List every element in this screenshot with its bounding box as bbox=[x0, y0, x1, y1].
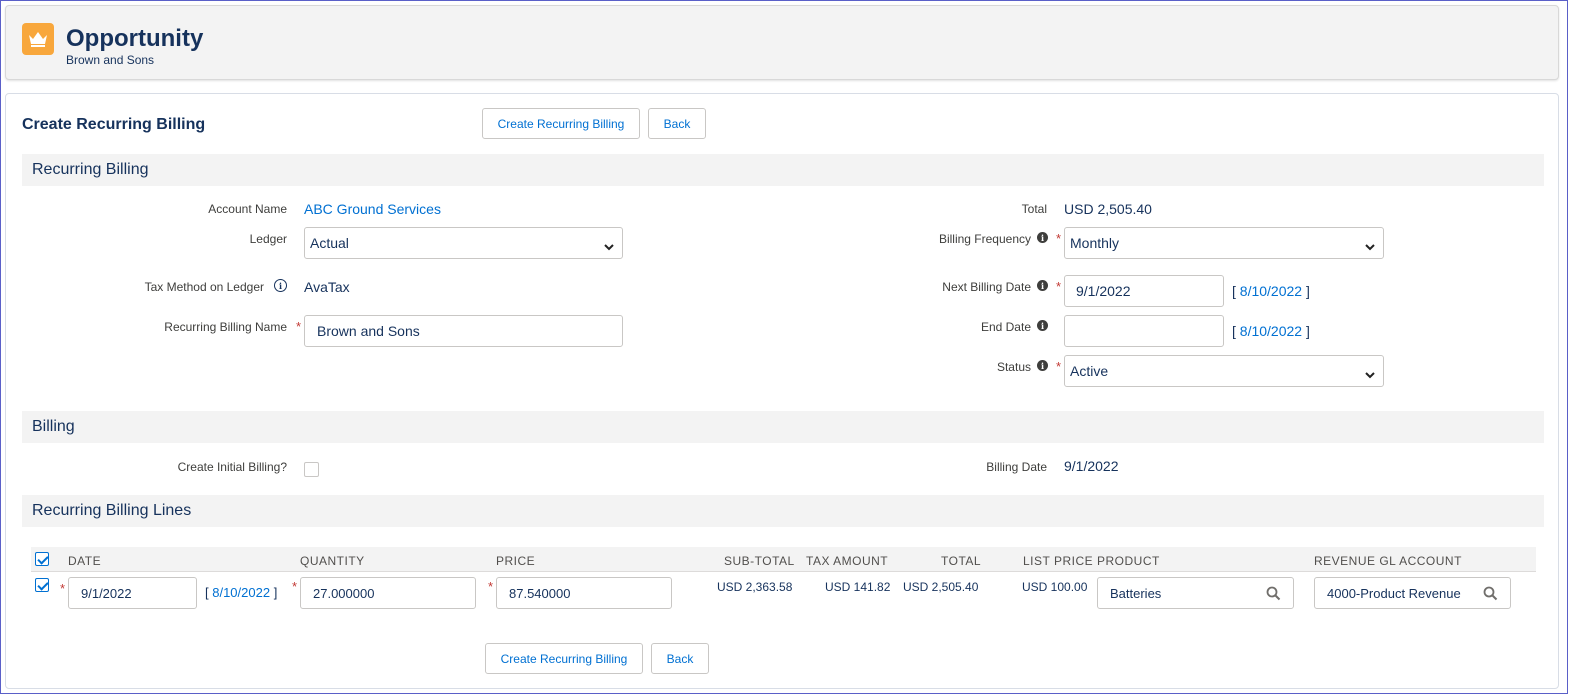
column-header-list-price: LIST PRICE bbox=[1023, 554, 1094, 568]
crown-icon bbox=[22, 23, 54, 55]
revenue-gl-account-lookup[interactable]: 4000-Product Revenue bbox=[1314, 577, 1511, 609]
total-label: Total bbox=[1021, 202, 1047, 216]
column-header-price: PRICE bbox=[496, 554, 536, 568]
end-date-label: End Date bbox=[980, 320, 1031, 334]
required-marker: * bbox=[60, 581, 66, 596]
required-marker: * bbox=[488, 579, 494, 594]
total-value: USD 2,505.40 bbox=[1064, 201, 1152, 217]
today-link-wrapper: [ 8/10/2022 ] bbox=[1232, 283, 1310, 299]
section-title: Recurring Billing Lines bbox=[32, 502, 192, 519]
create-recurring-billing-button[interactable]: Create Recurring Billing bbox=[482, 108, 640, 139]
required-marker: * bbox=[1056, 279, 1062, 294]
quantity-input[interactable]: 27.000000 bbox=[300, 577, 476, 609]
column-header-product: PRODUCT bbox=[1097, 554, 1160, 568]
gl-account-value: 4000-Product Revenue bbox=[1327, 585, 1461, 601]
today-date-link[interactable]: 8/10/2022 bbox=[1240, 323, 1302, 339]
required-marker: * bbox=[1056, 231, 1062, 246]
status-value: Active bbox=[1070, 363, 1109, 379]
end-date-input[interactable] bbox=[1064, 315, 1224, 347]
info-icon[interactable]: i bbox=[1037, 280, 1048, 291]
status-select[interactable]: Active bbox=[1064, 355, 1384, 387]
column-header-date: DATE bbox=[68, 554, 102, 568]
tax-amount-value: USD 141.82 bbox=[825, 580, 891, 594]
column-header-total: TOTAL bbox=[941, 554, 982, 568]
record-name: Brown and Sons bbox=[66, 53, 155, 67]
info-icon[interactable]: i bbox=[1037, 320, 1048, 331]
search-icon[interactable] bbox=[1483, 586, 1498, 604]
chevron-down-icon bbox=[604, 238, 614, 254]
column-header-revenue-gl-account: REVENUE GL ACCOUNT bbox=[1314, 554, 1462, 568]
status-label: Status bbox=[996, 360, 1031, 374]
billing-frequency-value: Monthly bbox=[1070, 235, 1120, 251]
billing-frequency-label: Billing Frequency bbox=[938, 232, 1031, 246]
required-marker: * bbox=[1056, 359, 1062, 374]
ledger-value: Actual bbox=[310, 235, 349, 251]
price-input[interactable]: 87.540000 bbox=[496, 577, 672, 609]
section-recurring-billing: Recurring Billing bbox=[22, 154, 1544, 186]
today-link-wrapper: [ 8/10/2022 ] bbox=[1232, 323, 1310, 339]
account-name-label: Account Name bbox=[208, 202, 287, 216]
list-price-value: USD 100.00 bbox=[1022, 580, 1088, 594]
back-button[interactable]: Back bbox=[648, 108, 706, 139]
required-marker: * bbox=[292, 579, 298, 594]
billing-date-label: Billing Date bbox=[986, 460, 1047, 474]
next-billing-date-input[interactable]: 9/1/2022 bbox=[1064, 275, 1224, 307]
page-title: Opportunity bbox=[66, 25, 204, 52]
create-recurring-billing-button-bottom[interactable]: Create Recurring Billing bbox=[485, 643, 643, 674]
create-initial-billing-label: Create Initial Billing? bbox=[177, 460, 287, 474]
tax-method-label: Tax Method on Ledger bbox=[144, 280, 264, 294]
line-date-input[interactable]: 9/1/2022 bbox=[68, 577, 197, 609]
next-billing-date-label: Next Billing Date bbox=[942, 280, 1031, 294]
chevron-down-icon bbox=[1365, 366, 1375, 382]
info-icon[interactable]: i bbox=[274, 279, 287, 292]
today-date-link[interactable]: 8/10/2022 bbox=[1240, 283, 1302, 299]
back-button-bottom[interactable]: Back bbox=[651, 643, 709, 674]
recurring-billing-name-input[interactable]: Brown and Sons bbox=[304, 315, 623, 347]
chevron-down-icon bbox=[1365, 238, 1375, 254]
billing-date-value: 9/1/2022 bbox=[1064, 458, 1119, 474]
today-link-wrapper: [ 8/10/2022 ] bbox=[205, 585, 278, 600]
select-all-checkbox[interactable] bbox=[35, 552, 49, 566]
form-title: Create Recurring Billing bbox=[22, 116, 206, 133]
lines-table-header: DATE QUANTITY PRICE SUB-TOTAL TAX AMOUNT… bbox=[31, 547, 1536, 572]
rb-name-label: Recurring Billing Name bbox=[164, 320, 287, 334]
billing-frequency-select[interactable]: Monthly bbox=[1064, 227, 1384, 259]
section-recurring-billing-lines: Recurring Billing Lines bbox=[22, 495, 1544, 527]
record-header: Opportunity Brown and Sons bbox=[5, 5, 1559, 80]
search-icon[interactable] bbox=[1266, 586, 1281, 604]
info-icon[interactable]: i bbox=[1037, 360, 1048, 371]
ledger-select[interactable]: Actual bbox=[304, 227, 623, 259]
create-initial-billing-checkbox[interactable] bbox=[304, 462, 319, 477]
total-value: USD 2,505.40 bbox=[903, 580, 979, 594]
section-title: Billing bbox=[32, 418, 75, 435]
section-title: Recurring Billing bbox=[32, 161, 149, 178]
column-header-tax-amount: TAX AMOUNT bbox=[806, 554, 889, 568]
column-header-subtotal: SUB-TOTAL bbox=[724, 554, 795, 568]
main-card: Create Recurring Billing Create Recurrin… bbox=[5, 93, 1559, 689]
ledger-label: Ledger bbox=[249, 232, 287, 246]
tax-method-value: AvaTax bbox=[304, 279, 350, 295]
subtotal-value: USD 2,363.58 bbox=[717, 580, 793, 594]
account-name-link[interactable]: ABC Ground Services bbox=[304, 201, 441, 217]
section-billing: Billing bbox=[22, 411, 1544, 443]
required-marker: * bbox=[296, 319, 302, 334]
today-date-link[interactable]: 8/10/2022 bbox=[212, 585, 270, 600]
column-header-quantity: QUANTITY bbox=[300, 554, 365, 568]
product-lookup[interactable]: Batteries bbox=[1097, 577, 1294, 609]
info-icon[interactable]: i bbox=[1037, 232, 1048, 243]
product-value: Batteries bbox=[1110, 585, 1162, 601]
row-select-checkbox[interactable] bbox=[35, 578, 49, 592]
